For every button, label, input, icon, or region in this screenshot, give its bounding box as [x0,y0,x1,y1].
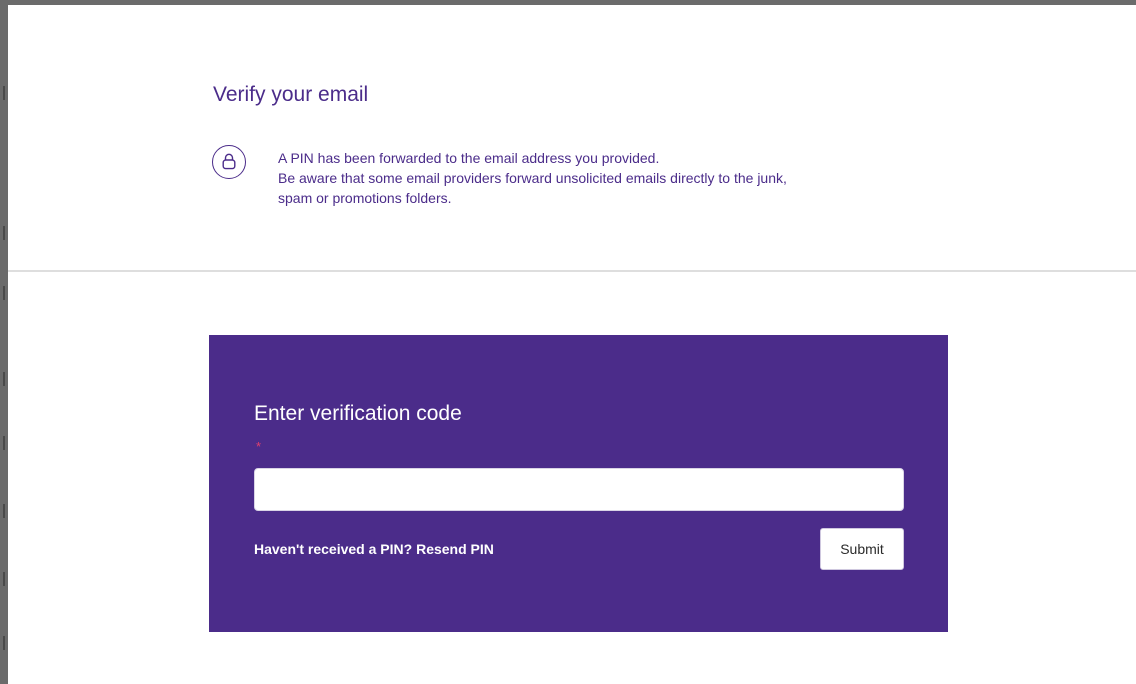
verification-code-label: Enter verification code [254,402,462,425]
verification-code-input[interactable] [254,468,904,511]
info-line-1: A PIN has been forwarded to the email ad… [278,150,660,166]
submit-button[interactable]: Submit [820,528,904,570]
page-title: Verify your email [213,83,369,106]
verify-email-header: Verify your email A PIN has been forward… [8,5,1136,272]
resend-prompt: Haven't received a PIN? [254,541,413,557]
resend-pin-row: Haven't received a PIN? Resend PIN [254,541,494,557]
verification-card: Enter verification code * Haven't receiv… [209,335,948,632]
pin-info-message: A PIN has been forwarded to the email ad… [278,148,978,208]
window-edge-marks [0,0,8,684]
info-line-2: Be aware that some email providers forwa… [278,170,787,186]
lock-icon [212,145,246,179]
info-line-3: spam or promotions folders. [278,190,452,206]
required-indicator: * [256,439,262,454]
resend-pin-link[interactable]: Resend PIN [416,541,494,557]
